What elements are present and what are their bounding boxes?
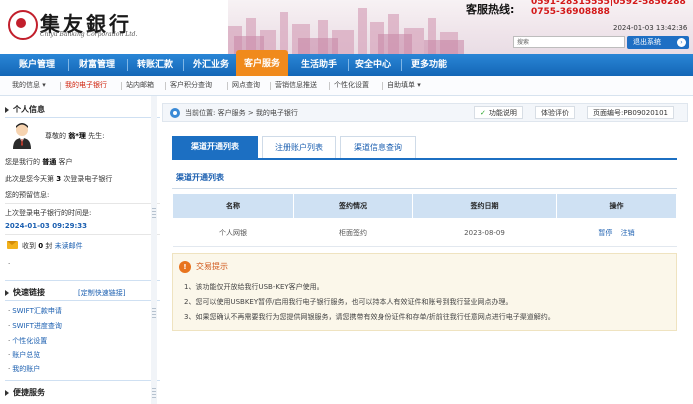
location-icon <box>170 108 180 118</box>
tip-line: 2、您可以使用USBKEY暂停/启用我行电子银行服务，也可以持本人有效证件和账号… <box>184 298 513 306</box>
tab-registered-accounts[interactable]: 注册账户列表 <box>262 136 336 158</box>
subnav-divider <box>227 82 228 90</box>
sidebar-resize-handle[interactable] <box>151 96 157 404</box>
bank-logo-icon <box>8 10 38 40</box>
main-nav: 账户管理 财富管理 转账汇款 外汇业务 客户服务 生活助手 安全中心 更多功能 <box>0 50 693 76</box>
nav-wealth-management[interactable]: 财富管理 <box>72 54 122 76</box>
check-icon: ✓ <box>480 109 486 117</box>
row-actions: 暂停 注销 <box>556 218 677 247</box>
help-button[interactable]: ✓ 功能说明 <box>474 106 523 119</box>
arrow-right-icon: › <box>677 38 686 47</box>
nav-account-management[interactable]: 账户管理 <box>12 54 62 76</box>
quick-link-my-account[interactable]: 我的账户 <box>8 364 40 374</box>
search-input[interactable]: 搜索 <box>513 36 625 48</box>
hotline-label: 客服热线: <box>466 3 515 16</box>
mail-icon <box>7 241 18 249</box>
convenient-services-title: 便捷服务 <box>5 387 45 398</box>
subnav-site-mail[interactable]: 站内邮箱 <box>126 76 154 95</box>
bank-name-en: Chiyu Banking Corporation Ltd. <box>40 31 138 38</box>
subnav-personalization[interactable]: 个性化设置 <box>334 76 369 95</box>
triangle-right-icon <box>5 289 9 296</box>
subnav-my-ebank[interactable]: 我的电子银行 <box>65 76 107 95</box>
nav-divider <box>348 59 349 71</box>
quick-link-personalization[interactable]: 个性化设置 <box>8 336 47 346</box>
tip-line: 3、如果您确认不再需要我行为您提供网银服务，请您携带有效身份证件和存单/折前往我… <box>184 313 555 321</box>
subnav-divider <box>382 82 383 90</box>
nav-divider <box>183 59 184 71</box>
sub-nav: 我的信息 ▾ 我的电子银行 站内邮箱 客户积分查询 网点查询 营销信息推送 个性… <box>0 76 693 96</box>
tab-channel-list[interactable]: 渠道开通列表 <box>172 136 258 158</box>
rating-button[interactable]: 体验评价 <box>535 106 575 119</box>
column-header: 操作 <box>556 193 677 219</box>
quick-links-title: 快速链接 <box>5 287 45 298</box>
triangle-right-icon <box>5 106 9 113</box>
customer-level: 您是我行的 普通 客户 <box>5 158 73 166</box>
tab-bar: 渠道开通列表 注册账户列表 渠道信息查询 <box>172 135 677 160</box>
nav-security-center[interactable]: 安全中心 <box>351 54 395 76</box>
channel-name: 个人网银 <box>172 218 294 247</box>
quick-link-account-overview[interactable]: 账户总览 <box>8 350 40 360</box>
last-login-time: 2024-01-03 09:29:33 <box>5 222 88 230</box>
nav-divider <box>401 59 402 71</box>
sign-date: 2023-08-09 <box>412 218 557 247</box>
grip-dots <box>152 308 156 320</box>
unread-mail-link[interactable]: 未读邮件 <box>55 242 83 250</box>
tab-channel-info-query[interactable]: 渠道信息查询 <box>340 136 416 158</box>
reserved-info-label: 您的预留信息: <box>5 191 50 199</box>
subnav-branch-query[interactable]: 网点查询 <box>232 76 260 95</box>
tip-icon: ! <box>179 261 191 273</box>
quick-link-swift-progress[interactable]: SWIFT进度查询 <box>8 321 62 331</box>
mail-notice: 收到 0 封 未读邮件 <box>22 242 83 250</box>
personal-info-title: 个人信息 <box>5 104 45 115</box>
nav-more-functions[interactable]: 更多功能 <box>405 54 453 76</box>
tip-line: 1、该功能仅开放给我行USB-KEY客户使用。 <box>184 283 324 291</box>
column-header: 签约情况 <box>293 193 413 219</box>
header: 集友銀行 Chiyu Banking Corporation Ltd. 客服热线… <box>0 0 693 54</box>
subnav-divider <box>165 82 166 90</box>
quick-link-swift-apply[interactable]: SWIFT汇款申请 <box>8 306 62 316</box>
nav-transfer[interactable]: 转账汇款 <box>130 54 180 76</box>
sign-status: 柜面签约 <box>293 218 413 247</box>
nav-divider <box>68 59 69 71</box>
tips-title: 交易提示 <box>196 262 228 271</box>
suspend-link[interactable]: 暂停 <box>598 229 612 237</box>
hotline-numbers: 0591-28315555|0592-5856288 0755-36908888 <box>531 0 686 17</box>
table-header-row: 名称 签约情况 签约日期 操作 <box>172 193 677 219</box>
subnav-divider <box>60 82 61 90</box>
nav-divider <box>127 59 128 71</box>
column-header: 名称 <box>172 193 294 219</box>
user-name: 翁*理 <box>68 132 86 140</box>
customize-quick-links[interactable]: [定制快速链接] <box>78 288 125 298</box>
logout-label: 退出系统 <box>633 38 661 46</box>
user-avatar-icon <box>13 123 31 149</box>
greeting: 尊敬的 翁*理 先生: <box>45 132 105 140</box>
column-header: 签约日期 <box>412 193 557 219</box>
triangle-right-icon <box>5 389 9 396</box>
subnav-points-query[interactable]: 客户积分查询 <box>170 76 212 95</box>
subnav-divider <box>121 82 122 90</box>
subnav-divider <box>270 82 271 90</box>
channel-table: 名称 签约情况 签约日期 操作 个人网银 柜面签约 2023-08-09 暂停 … <box>172 193 677 247</box>
subnav-self-service-form[interactable]: 自助填单 ▾ <box>387 76 421 95</box>
breadcrumb: 当前位置: 客户服务 > 我的电子银行 ✓ 功能说明 体验评价 页面编号:PB09… <box>162 103 688 122</box>
panel-title: 渠道开通列表 <box>172 168 677 189</box>
nav-forex[interactable]: 外汇业务 <box>186 54 236 76</box>
last-login-label: 上次登录电子银行的时间是: <box>5 209 92 217</box>
page-code: 页面编号:PB09020101 <box>587 106 675 119</box>
current-datetime: 2024-01-03 13:42:36 <box>613 24 688 32</box>
bullet-dot: · <box>8 260 11 268</box>
nav-life-assistant[interactable]: 生活助手 <box>294 54 344 76</box>
transaction-tips: ! 交易提示 1、该功能仅开放给我行USB-KEY客户使用。 2、您可以使用US… <box>172 253 677 331</box>
subnav-marketing-push[interactable]: 营销信息推送 <box>275 76 317 95</box>
grip-dots <box>152 388 156 400</box>
grip-dots <box>152 208 156 220</box>
login-count: 此次是您今天第 3 次登录电子银行 <box>5 175 113 183</box>
subnav-divider <box>329 82 330 90</box>
breadcrumb-path: 当前位置: 客户服务 > 我的电子银行 <box>185 109 298 117</box>
table-row: 个人网银 柜面签约 2023-08-09 暂停 注销 <box>172 218 677 247</box>
nav-customer-service[interactable]: 客户服务 <box>236 50 288 76</box>
logout-button[interactable]: 退出系统 › <box>627 36 689 49</box>
subnav-my-info[interactable]: 我的信息 ▾ <box>12 76 46 95</box>
cancel-link[interactable]: 注销 <box>621 229 635 237</box>
